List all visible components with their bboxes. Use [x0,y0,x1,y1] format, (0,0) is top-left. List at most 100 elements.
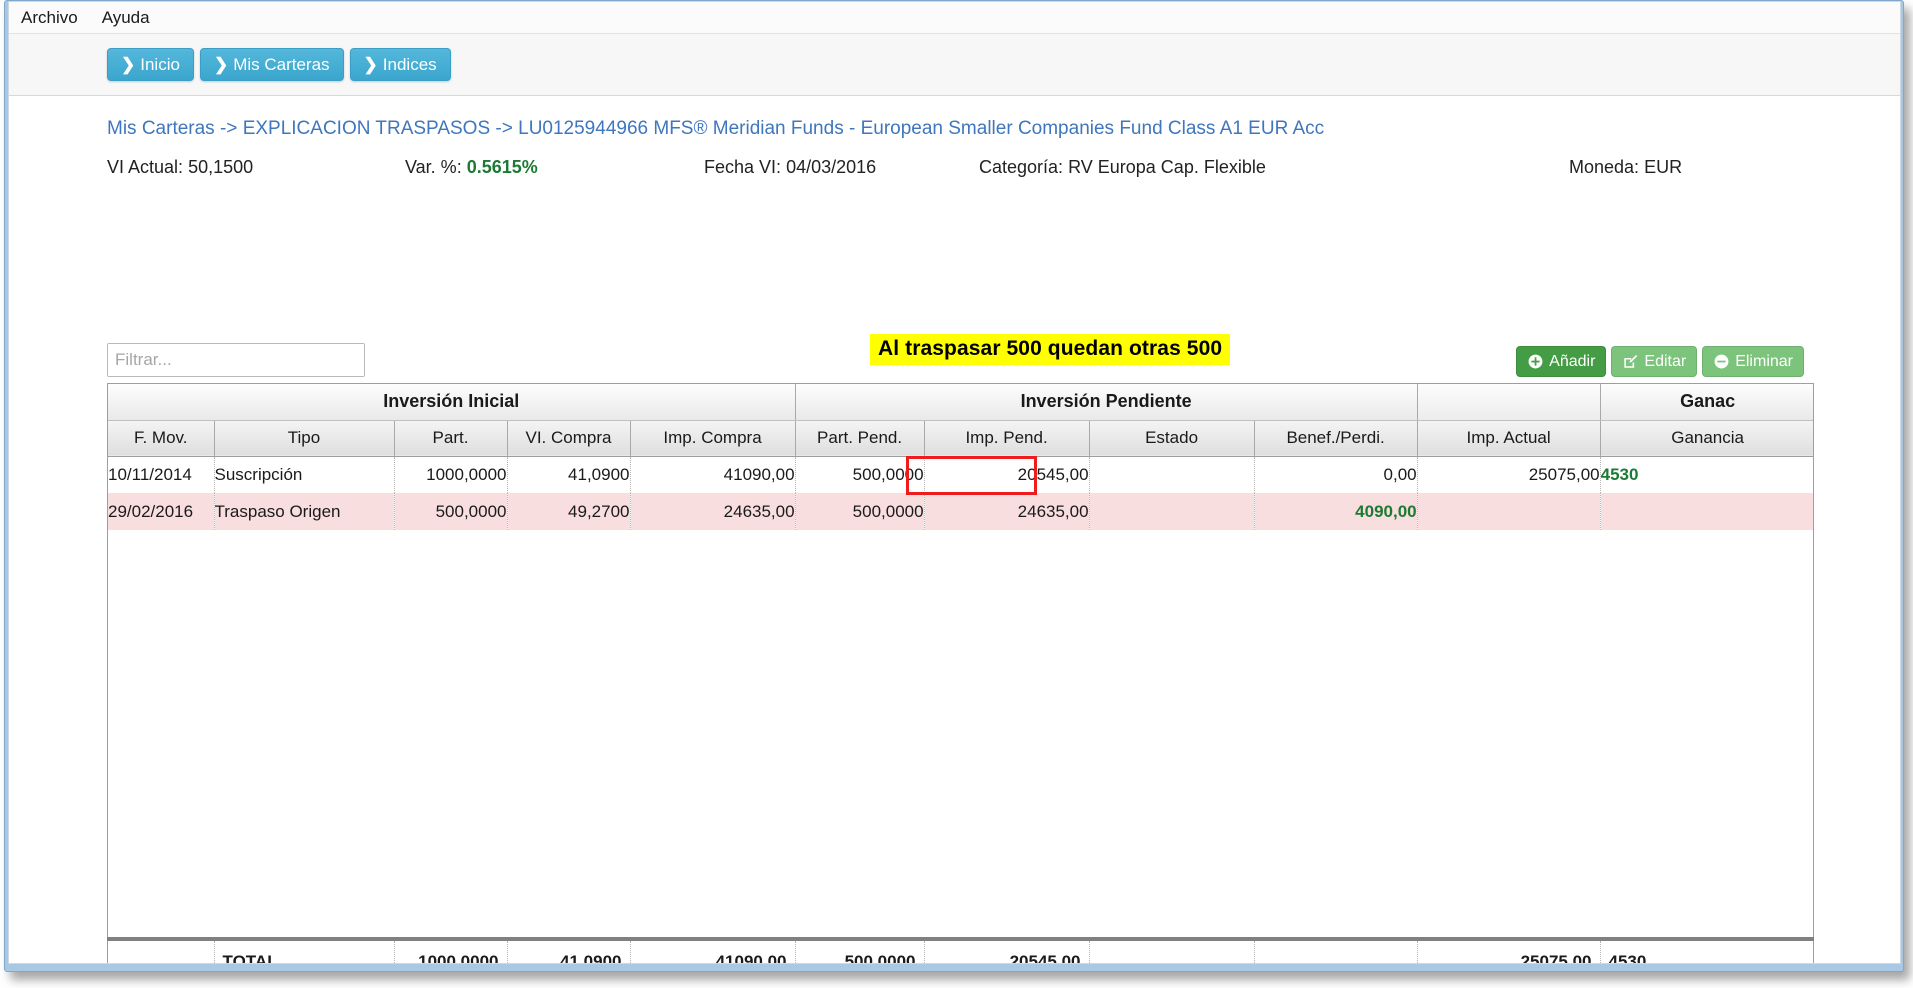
breadcrumb: Mis Carteras -> EXPLICACION TRASPASOS ->… [107,118,1324,140]
total-cell-vi-compra: 41,0900 [507,941,631,963]
moneda-label: Moneda: [1569,157,1640,177]
col-header-vi-compra[interactable]: VI. Compra [507,420,631,457]
total-cell-imp-pend: 20545,00 [924,941,1090,963]
action-button-group: Añadir Editar Eliminar [1516,346,1804,377]
categoria-group: Categoría: RV Europa Cap. Flexible [979,157,1266,178]
group-header-blank [1417,384,1601,421]
total-cell-f-mov [108,941,215,963]
total-cell-part-pend: 500,0000 [795,941,925,963]
table-head: Inversión Inicial Inversión Pendiente Ga… [108,384,1813,457]
pencil-square-icon [1622,354,1638,370]
moneda-value: EUR [1644,157,1683,177]
categoria-value: RV Europa Cap. Flexible [1068,157,1266,177]
edit-button[interactable]: Editar [1611,346,1698,377]
col-header-f-mov[interactable]: F. Mov. [108,420,215,457]
col-header-ganancia[interactable]: Ganancia [1600,420,1813,457]
nav-button-label: Inicio [140,54,180,74]
breadcrumb-item-explicacion-traspasos[interactable]: EXPLICACION TRASPASOS [243,118,490,139]
menu-bar: Archivo Ayuda [9,2,1900,34]
annotation-highlight: Al traspasar 500 quedan otras 500 [870,334,1231,365]
fecha-vi-label: Fecha VI: [704,157,782,177]
total-cell-imp-compra: 41090,00 [630,941,796,963]
cell-ganancia [1600,493,1813,530]
column-header-row: F. Mov. Tipo Part. VI. Compra Imp. Compr… [108,420,1813,457]
delete-button[interactable]: Eliminar [1702,346,1804,377]
nav-button-label: Indices [382,54,437,74]
cell-imp-pend: 20545,00 [924,456,1090,493]
fecha-vi-value: 04/03/2016 [786,157,877,177]
moneda-group: Moneda: EUR [1569,157,1682,178]
col-header-part[interactable]: Part. [394,420,508,457]
variacion-value: 0.5615% [466,157,538,177]
cell-f-mov: 29/02/2016 [108,493,215,530]
table-row[interactable]: 29/02/2016 Traspaso Origen 500,0000 49,2… [108,493,1813,530]
delete-button-label: Eliminar [1735,352,1793,370]
categoria-label: Categoría: [979,157,1064,177]
total-cell-benef-perdi [1254,941,1418,963]
total-cell-imp-actual: 25075,00 [1417,941,1601,963]
breadcrumb-item-mis-carteras[interactable]: Mis Carteras [107,118,215,139]
chevron-right-icon: ❯ [121,55,136,74]
plus-circle-icon [1527,354,1543,370]
group-header-ganancia: Ganac [1600,384,1813,421]
cell-benef-perdi: 4090,00 [1254,493,1418,530]
col-header-tipo[interactable]: Tipo [214,420,395,457]
col-header-part-pend[interactable]: Part. Pend. [795,420,925,457]
col-header-imp-actual[interactable]: Imp. Actual [1417,420,1601,457]
table-body: 10/11/2014 Suscripción 1000,0000 41,0900… [108,456,1813,530]
edit-button-label: Editar [1644,352,1687,370]
movements-table: Inversión Inicial Inversión Pendiente Ga… [108,384,1813,530]
menu-item-archivo[interactable]: Archivo [19,6,80,30]
minus-circle-icon [1713,354,1729,370]
vi-actual-label: VI Actual: [107,157,184,177]
application-window: Archivo Ayuda ❯ Inicio ❯ Mis Carteras ❯ … [4,0,1904,972]
nav-button-indices[interactable]: ❯ Indices [349,48,451,81]
nav-button-inicio[interactable]: ❯ Inicio [107,48,194,81]
col-header-imp-compra[interactable]: Imp. Compra [630,420,796,457]
add-button[interactable]: Añadir [1516,346,1607,377]
menu-item-ayuda[interactable]: Ayuda [100,6,152,30]
variacion-label: Var. %: [405,157,462,177]
table-row[interactable]: 10/11/2014 Suscripción 1000,0000 41,0900… [108,456,1813,493]
cell-estado [1089,493,1255,530]
total-cell-label: TOTAL [214,941,395,963]
cell-benef-perdi: 0,00 [1254,456,1418,493]
nav-button-mis-carteras[interactable]: ❯ Mis Carteras [199,48,344,81]
cell-part-pend: 500,0000 [795,493,925,530]
movements-grid: Inversión Inicial Inversión Pendiente Ga… [107,383,1814,963]
variacion-group: Var. %: 0.5615% [405,157,538,178]
col-header-benef-perdi[interactable]: Benef./Perdi. [1254,420,1418,457]
cell-ganancia: 4530 [1600,456,1813,493]
cell-vi-compra: 41,0900 [507,456,631,493]
totals-table: TOTAL 1000,0000 41,0900 41090,00 500,000… [108,941,1813,963]
cell-part: 500,0000 [394,493,508,530]
content-area: Mis Carteras -> EXPLICACION TRASPASOS ->… [9,96,1900,963]
total-cell-part: 1000,0000 [394,941,508,963]
fecha-vi-group: Fecha VI: 04/03/2016 [704,157,876,178]
group-header-inversion-inicial: Inversión Inicial [108,384,796,421]
cell-tipo: Traspaso Origen [214,493,395,530]
cell-estado [1089,456,1255,493]
chevron-right-icon: ❯ [213,55,229,74]
cell-part-pend: 500,0000 [795,456,925,493]
total-cell-ganancia: 4530 [1600,941,1813,963]
cell-part: 1000,0000 [394,456,508,493]
col-header-imp-pend[interactable]: Imp. Pend. [924,420,1090,457]
cell-imp-compra: 24635,00 [630,493,796,530]
group-header-inversion-pendiente: Inversión Pendiente [795,384,1418,421]
cell-imp-actual: 25075,00 [1417,456,1601,493]
cell-f-mov: 10/11/2014 [108,456,215,493]
total-cell-estado [1089,941,1255,963]
nav-button-label: Mis Carteras [233,54,330,74]
col-header-estado[interactable]: Estado [1089,420,1255,457]
cell-imp-actual [1417,493,1601,530]
cell-imp-pend: 24635,00 [924,493,1090,530]
breadcrumb-separator: -> [219,118,238,139]
window-client-area: Archivo Ayuda ❯ Inicio ❯ Mis Carteras ❯ … [8,1,1901,964]
cell-vi-compra: 49,2700 [507,493,631,530]
add-button-label: Añadir [1549,352,1596,370]
cell-tipo: Suscripción [214,456,395,493]
group-header-row: Inversión Inicial Inversión Pendiente Ga… [108,384,1813,421]
filter-input[interactable] [107,343,365,377]
breadcrumb-item-fund[interactable]: LU0125944966 MFS® Meridian Funds - Europ… [518,118,1324,139]
